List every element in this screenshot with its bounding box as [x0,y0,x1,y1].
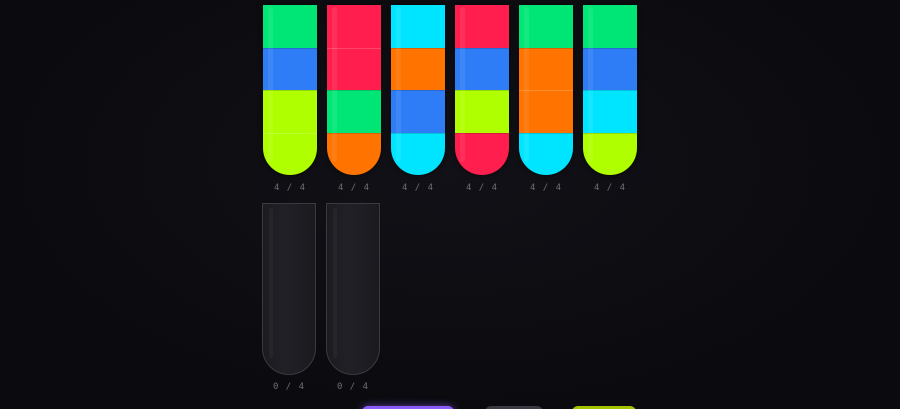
liquid-layer-cyan [583,90,637,133]
tube-3[interactable] [391,5,445,175]
liquid-layer-lime [263,90,317,133]
liquid-layer-blue [583,47,637,90]
tube-4[interactable] [455,5,509,175]
tube-8[interactable] [326,203,380,375]
liquid-layer-blue [455,47,509,90]
liquid-layer-orange [519,47,573,90]
liquid-layer-lime [455,90,509,133]
tube-4-count: 4 / 4 [465,183,499,193]
liquid-layer-orange [391,47,445,90]
liquid-layer-red [327,5,381,48]
liquid-layer-green [263,5,317,48]
tube-3-count: 4 / 4 [401,183,435,193]
tube-1-count: 4 / 4 [273,183,307,193]
tube-7[interactable] [262,203,316,375]
liquid-layer-green [519,5,573,48]
tube-8-count: 0 / 4 [336,382,370,392]
game-board: 4 / 4 4 / 4 4 / 4 4 / 4 4 / 4 4 / 4 0 / … [0,0,900,409]
tube-6[interactable] [583,5,637,175]
tube-7-count: 0 / 4 [272,382,306,392]
tube-5-count: 4 / 4 [529,183,563,193]
liquid-layer-orange [519,90,573,133]
liquid-layer-red [455,132,509,175]
liquid-layer-red [327,47,381,90]
liquid-layer-red [455,5,509,48]
liquid-layer-green [583,5,637,48]
tube-6-count: 4 / 4 [593,183,627,193]
liquid-layer-cyan [391,5,445,48]
liquid-layer-blue [263,47,317,90]
tube-5[interactable] [519,5,573,175]
liquid-layer-cyan [519,132,573,175]
liquid-layer-blue [391,90,445,133]
liquid-layer-green [327,90,381,133]
liquid-layer-lime [263,132,317,175]
tube-2[interactable] [327,5,381,175]
liquid-layer-lime [583,132,637,175]
liquid-layer-orange [327,132,381,175]
tube-2-count: 4 / 4 [337,183,371,193]
tube-1[interactable] [263,5,317,175]
liquid-layer-cyan [391,132,445,175]
